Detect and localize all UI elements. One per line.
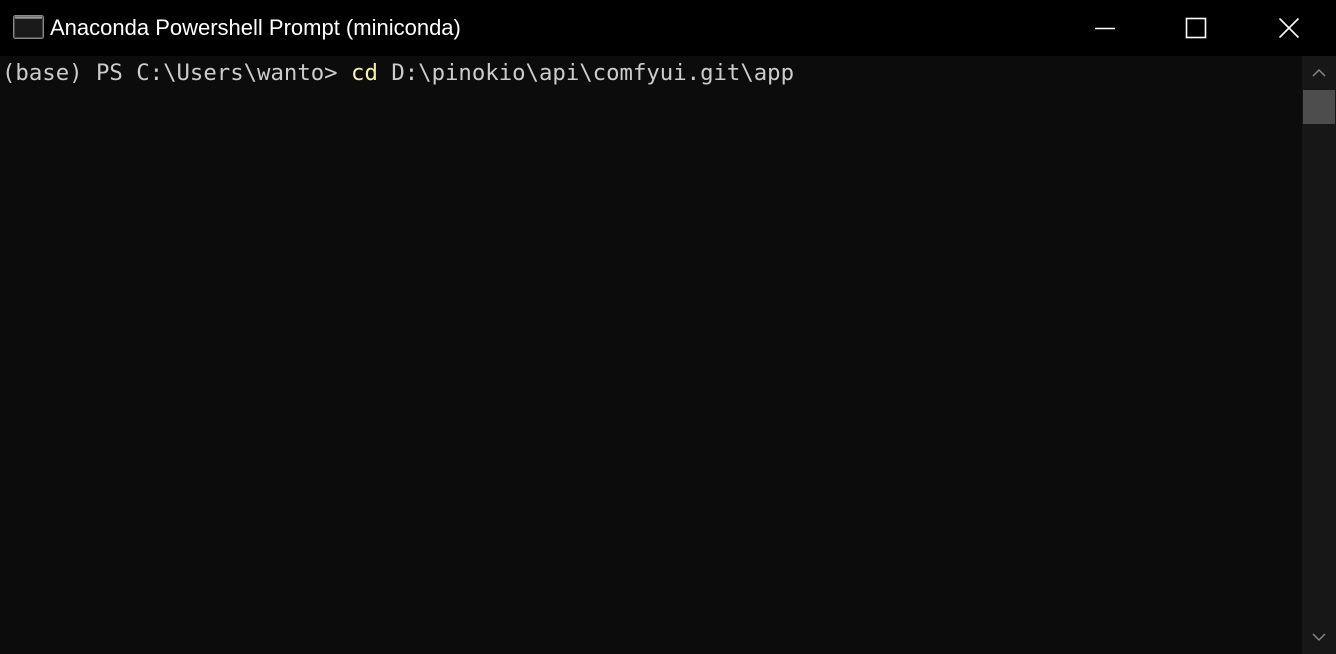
command-args: D:\pinokio\api\comfyui.git\app bbox=[377, 60, 795, 86]
console-line: (base) PS C:\Users\wanto> cd D:\pinokio\… bbox=[2, 60, 794, 86]
prompt-text: (base) PS C:\Users\wanto> bbox=[2, 60, 352, 86]
close-button[interactable] bbox=[1243, 0, 1335, 56]
maximize-icon bbox=[1185, 17, 1207, 39]
scroll-down-button[interactable] bbox=[1302, 620, 1336, 654]
vertical-scrollbar[interactable] bbox=[1302, 56, 1336, 654]
minimize-button[interactable] bbox=[1059, 0, 1151, 56]
close-icon bbox=[1278, 17, 1300, 39]
minimize-icon bbox=[1095, 27, 1115, 30]
command-name: cd bbox=[351, 60, 378, 86]
scroll-up-button[interactable] bbox=[1302, 56, 1336, 90]
chevron-down-icon bbox=[1312, 633, 1326, 641]
console-output[interactable]: (base) PS C:\Users\wanto> cd D:\pinokio\… bbox=[0, 56, 1302, 654]
maximize-button[interactable] bbox=[1150, 0, 1242, 56]
title-bar[interactable]: Anaconda Powershell Prompt (miniconda) bbox=[0, 0, 1336, 56]
console-icon bbox=[13, 15, 44, 39]
window-title: Anaconda Powershell Prompt (miniconda) bbox=[50, 15, 461, 40]
chevron-up-icon bbox=[1312, 69, 1326, 77]
scroll-thumb[interactable] bbox=[1303, 90, 1335, 124]
terminal-window: Anaconda Powershell Prompt (miniconda) (… bbox=[0, 0, 1336, 654]
